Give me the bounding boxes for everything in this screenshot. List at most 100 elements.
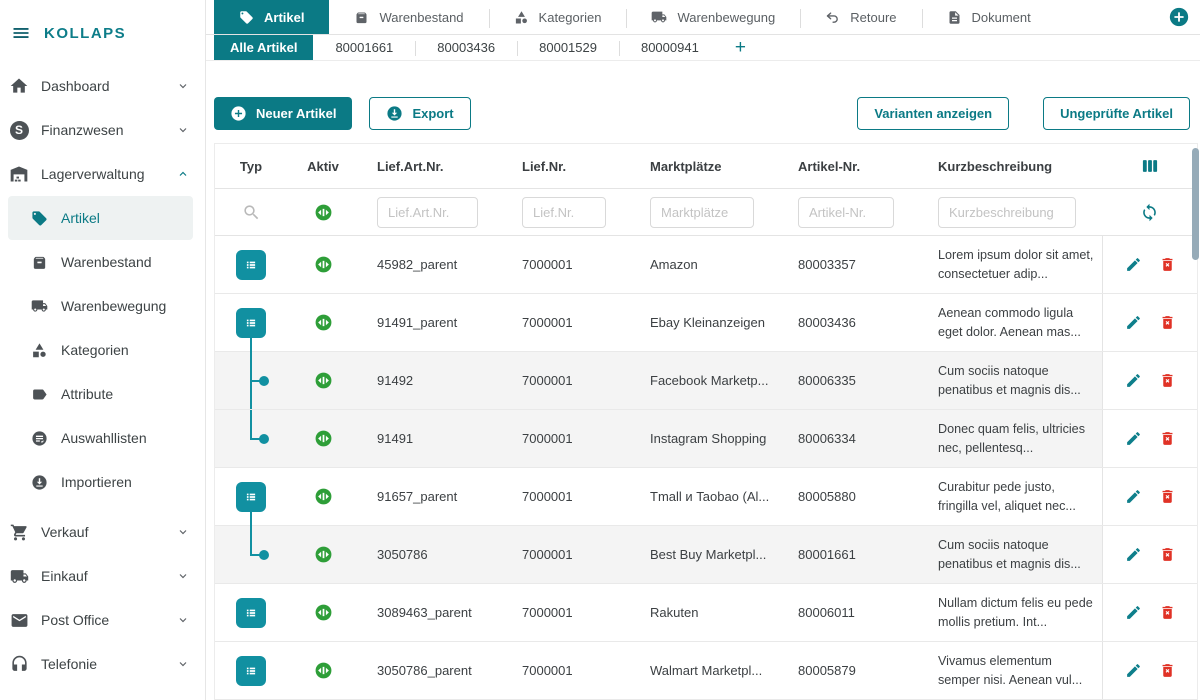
active-status-icon[interactable]	[314, 487, 333, 506]
actions-cell	[1102, 526, 1197, 583]
table-row[interactable]: 3050786_parent 7000001 Walmart Marketpl.…	[215, 642, 1197, 700]
menu-icon[interactable]	[11, 23, 31, 43]
home-icon	[9, 76, 29, 96]
sidebar-item-importieren[interactable]: Importieren	[8, 460, 193, 504]
filter-kurzbeschreibung-input[interactable]	[938, 197, 1076, 228]
filter-lief-nr-input[interactable]	[522, 197, 606, 228]
lief-nr-cell: 7000001	[504, 605, 632, 620]
table-row[interactable]: 3050786 7000001 Best Buy Marketpl... 800…	[215, 526, 1197, 584]
table-row[interactable]: 45982_parent 7000001 Amazon 80003357 Lor…	[215, 236, 1197, 294]
sidebar-item-lagerverwaltung[interactable]: Lagerverwaltung	[0, 152, 205, 196]
active-status-icon[interactable]	[314, 603, 333, 622]
tag-icon	[31, 210, 48, 227]
edit-pencil-icon[interactable]	[1125, 256, 1142, 273]
tab-warenbewegung[interactable]: Warenbewegung	[626, 0, 800, 34]
subtab-80003436[interactable]: 80003436	[415, 35, 517, 60]
delete-trash-icon[interactable]	[1159, 314, 1176, 331]
filter-lief-art-nr-input[interactable]	[377, 197, 478, 228]
add-tab-button[interactable]	[1168, 0, 1190, 34]
sidebar-item-warenbewegung[interactable]: Warenbewegung	[8, 284, 193, 328]
parent-list-icon[interactable]	[236, 656, 266, 686]
sidebar-item-dashboard[interactable]: Dashboard	[0, 64, 205, 108]
delete-trash-icon[interactable]	[1159, 662, 1176, 679]
main-area: Artikel Warenbestand Kategorien Warenbew…	[206, 0, 1200, 700]
type-cell	[215, 410, 287, 467]
delete-trash-icon[interactable]	[1159, 430, 1176, 447]
active-status-icon[interactable]	[314, 313, 333, 332]
tab-dokument[interactable]: Dokument	[922, 0, 1056, 34]
parent-list-icon[interactable]	[236, 250, 266, 280]
parent-list-icon[interactable]	[236, 598, 266, 628]
unchecked-articles-button[interactable]: Ungeprüfte Artikel	[1043, 97, 1190, 130]
sidebar-item-warenbestand[interactable]: Warenbestand	[8, 240, 193, 284]
tab-retoure[interactable]: Retoure	[800, 0, 921, 34]
edit-pencil-icon[interactable]	[1125, 662, 1142, 679]
edit-pencil-icon[interactable]	[1125, 546, 1142, 563]
active-filter-icon[interactable]	[287, 203, 359, 222]
cart-icon	[9, 522, 29, 542]
edit-pencil-icon[interactable]	[1125, 488, 1142, 505]
active-cell	[287, 236, 359, 293]
delete-trash-icon[interactable]	[1159, 488, 1176, 505]
edit-pencil-icon[interactable]	[1125, 314, 1142, 331]
sidebar-item-artikel[interactable]: Artikel	[8, 196, 193, 240]
subtab-alle-artikel[interactable]: Alle Artikel	[214, 35, 313, 60]
table-row[interactable]: 91492 7000001 Facebook Marketp... 800063…	[215, 352, 1197, 410]
subtab-80000941[interactable]: 80000941	[619, 35, 721, 60]
delete-trash-icon[interactable]	[1159, 604, 1176, 621]
active-status-icon[interactable]	[314, 255, 333, 274]
tree-node-dot	[259, 376, 269, 386]
table-row[interactable]: 91491 7000001 Instagram Shopping 8000633…	[215, 410, 1197, 468]
tab-warenbestand[interactable]: Warenbestand	[329, 0, 488, 34]
artikel-nr-cell: 80006335	[780, 373, 920, 388]
sidebar-item-verkauf[interactable]: Verkauf	[0, 510, 205, 554]
parent-list-icon[interactable]	[236, 482, 266, 512]
table-row[interactable]: 91657_parent 7000001 Tmall и Taobao (Al.…	[215, 468, 1197, 526]
delete-trash-icon[interactable]	[1159, 546, 1176, 563]
sidebar-item-auswahllisten[interactable]: Auswahllisten	[8, 416, 193, 460]
sidebar-item-post-office[interactable]: Post Office	[0, 598, 205, 642]
category-icon	[514, 10, 529, 25]
columns-icon[interactable]	[1102, 156, 1197, 176]
scrollbar-thumb[interactable]	[1192, 148, 1199, 260]
active-status-icon[interactable]	[314, 429, 333, 448]
headset-icon	[9, 654, 29, 674]
kurzbeschreibung-cell: Donec quam felis, ultricies nec, pellent…	[920, 420, 1102, 457]
subtab-80001661[interactable]: 80001661	[313, 35, 415, 60]
add-subtab-button[interactable]: +	[721, 35, 760, 60]
table-row[interactable]: 91491_parent 7000001 Ebay Kleinanzeigen …	[215, 294, 1197, 352]
filter-row	[215, 189, 1197, 236]
lief-art-nr-cell: 91492	[359, 373, 504, 388]
active-status-icon[interactable]	[314, 371, 333, 390]
active-status-icon[interactable]	[314, 545, 333, 564]
new-article-button[interactable]: Neuer Artikel	[214, 97, 352, 130]
attribute-label-icon	[31, 386, 48, 403]
show-variants-button[interactable]: Varianten anzeigen	[857, 97, 1009, 130]
active-status-icon[interactable]	[314, 661, 333, 680]
delete-trash-icon[interactable]	[1159, 372, 1176, 389]
refresh-icon[interactable]	[1102, 203, 1197, 222]
tab-kategorien[interactable]: Kategorien	[489, 0, 627, 34]
marktplatz-cell: Walmart Marketpl...	[632, 663, 780, 678]
parent-list-icon[interactable]	[236, 308, 266, 338]
active-cell	[287, 468, 359, 525]
chevron-down-icon	[177, 614, 189, 626]
edit-pencil-icon[interactable]	[1125, 604, 1142, 621]
delete-trash-icon[interactable]	[1159, 256, 1176, 273]
sidebar-item-finanzwesen[interactable]: Finanzwesen	[0, 108, 205, 152]
marktplatz-cell: Facebook Marketp...	[632, 373, 780, 388]
sidebar-item-einkauf[interactable]: Einkauf	[0, 554, 205, 598]
edit-pencil-icon[interactable]	[1125, 430, 1142, 447]
tab-artikel[interactable]: Artikel	[214, 0, 329, 34]
sidebar-item-kategorien[interactable]: Kategorien	[8, 328, 193, 372]
filter-marktplaetze-input[interactable]	[650, 197, 754, 228]
actions-cell	[1102, 584, 1197, 641]
table-row[interactable]: 3089463_parent 7000001 Rakuten 80006011 …	[215, 584, 1197, 642]
kurzbeschreibung-cell: Curabitur pede justo, fringilla vel, ali…	[920, 478, 1102, 515]
filter-artikel-nr-input[interactable]	[798, 197, 894, 228]
export-button[interactable]: Export	[369, 97, 470, 130]
subtab-80001529[interactable]: 80001529	[517, 35, 619, 60]
sidebar-item-telefonie[interactable]: Telefonie	[0, 642, 205, 686]
edit-pencil-icon[interactable]	[1125, 372, 1142, 389]
sidebar-item-attribute[interactable]: Attribute	[8, 372, 193, 416]
